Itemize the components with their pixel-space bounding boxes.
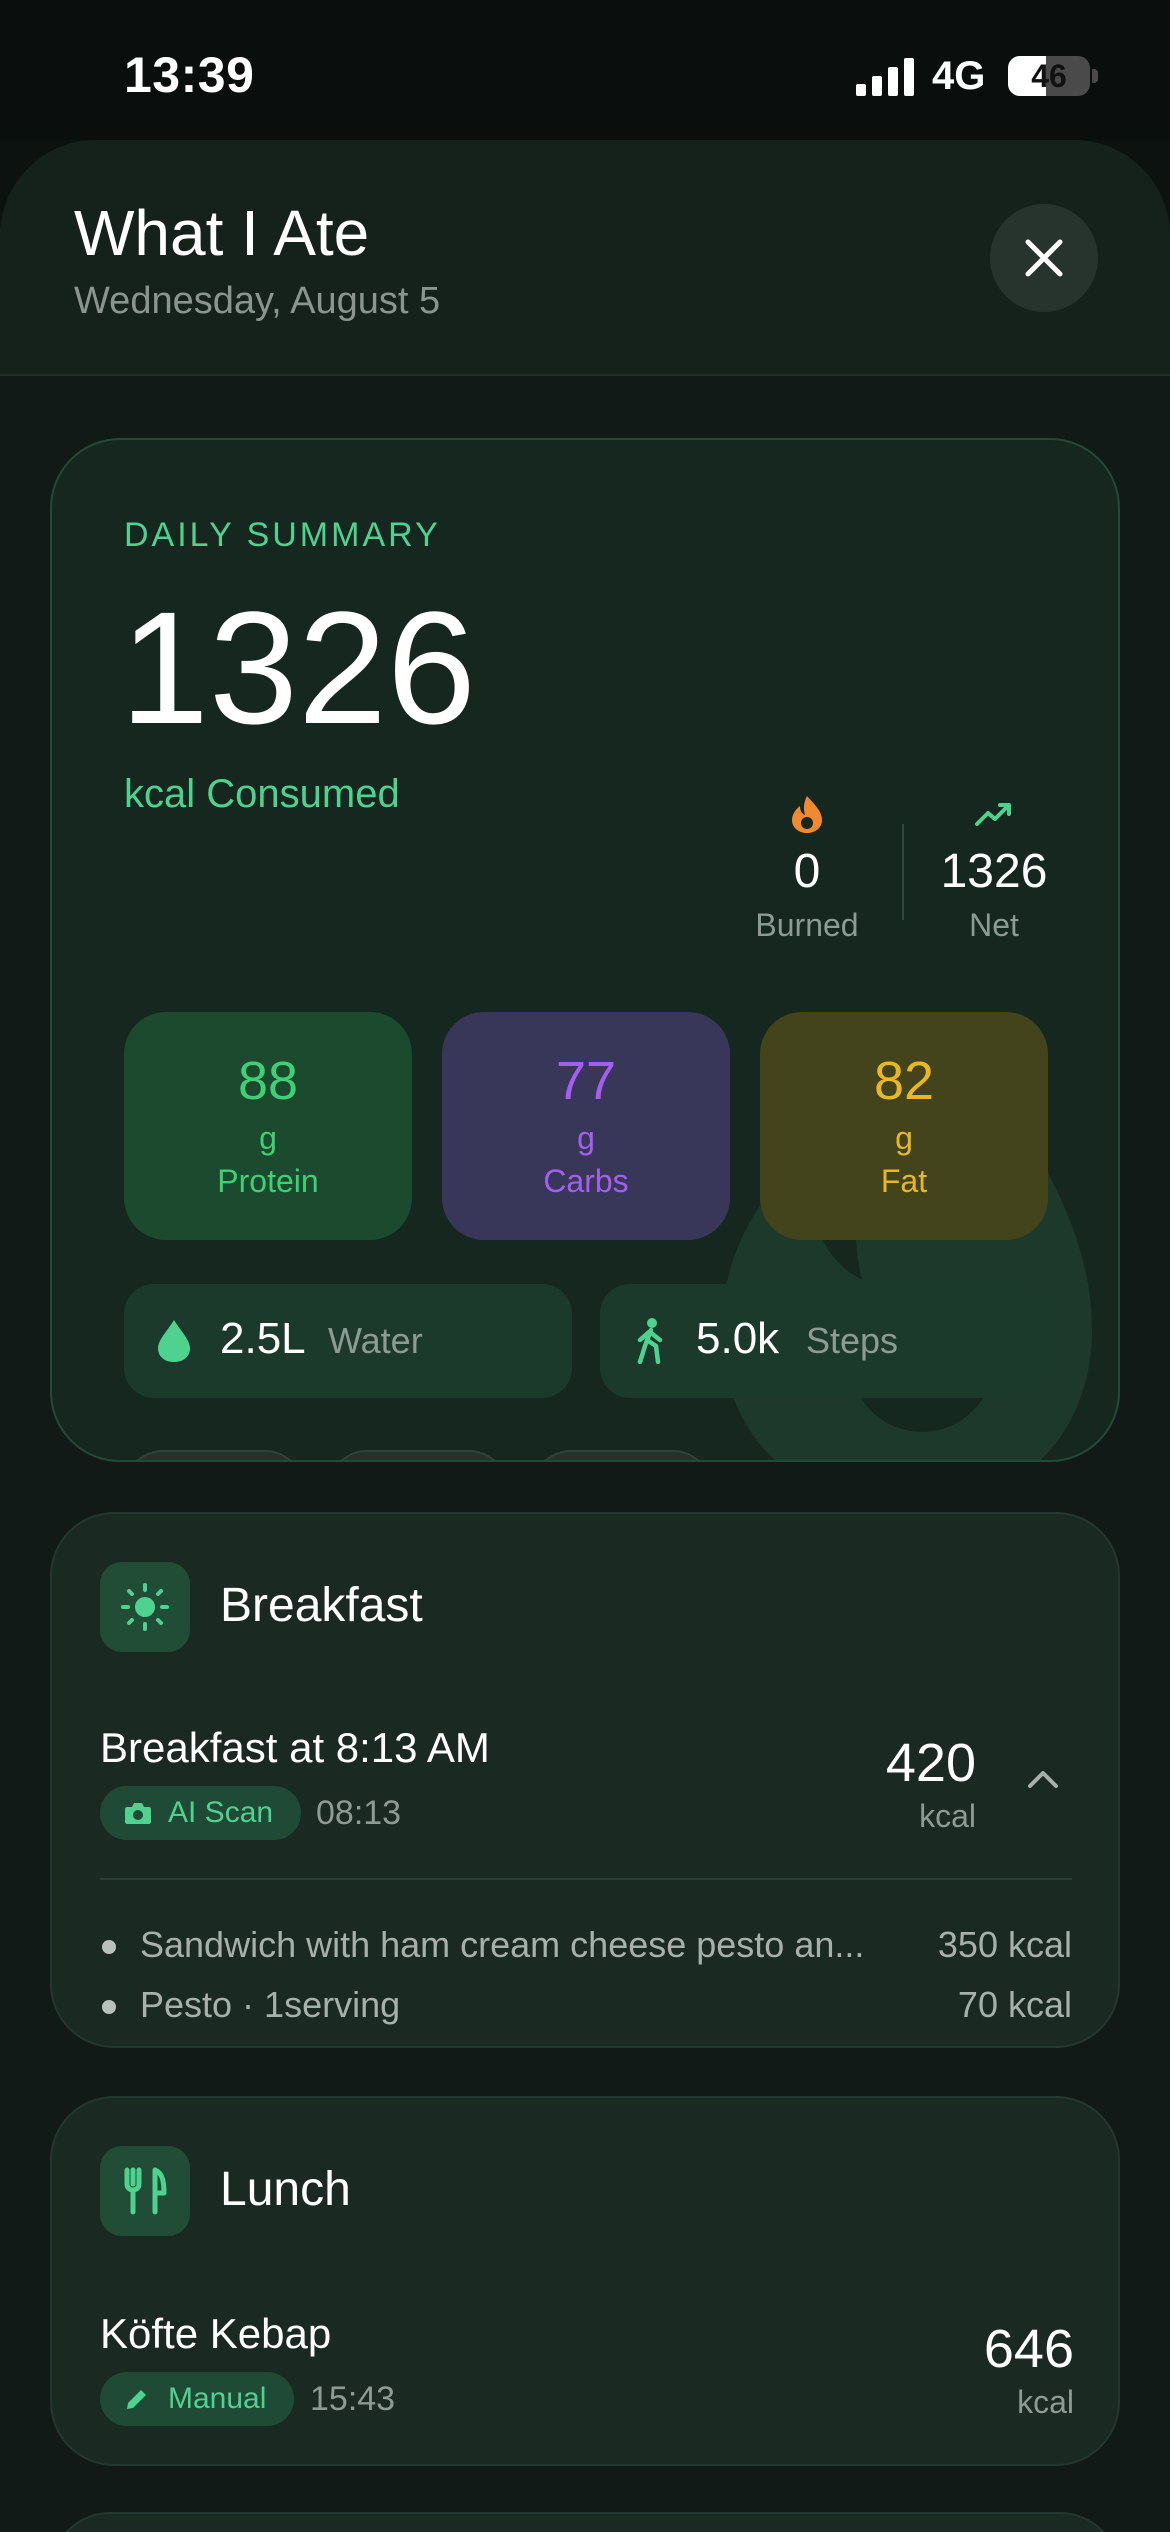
burned-value: 0 — [793, 845, 821, 898]
signal-icon — [856, 58, 914, 96]
status-bar: 13:39 4G 46 — [0, 0, 1170, 140]
meal-title-lunch: Lunch — [220, 2163, 351, 2216]
net-value: 1326 — [940, 845, 1048, 898]
chip-lunch[interactable]: 646 — [328, 1450, 508, 1460]
flame-icon — [792, 796, 822, 833]
macro-unit: g — [259, 1120, 277, 1156]
item-bullet — [102, 1940, 116, 1954]
macro-protein: 88 g Protein — [124, 1012, 412, 1240]
battery-tip — [1092, 69, 1098, 83]
item-name: Pesto · 1serving — [140, 1984, 401, 2025]
entry-kcal-unit: kcal — [1017, 2384, 1074, 2420]
pencil-icon — [127, 2390, 146, 2409]
meal-title-breakfast: Breakfast — [220, 1579, 423, 1632]
close-button[interactable] — [990, 204, 1098, 312]
source-label: AI Scan — [168, 1796, 274, 1829]
entry-kcal-value: 420 — [885, 1733, 976, 1793]
water-drop-icon — [158, 1320, 190, 1362]
kcal-consumed-label: kcal Consumed — [124, 772, 400, 816]
fork-knife-icon — [124, 2167, 167, 2215]
meal-icon-breakfast — [100, 1562, 190, 1652]
sun-icon — [121, 1583, 169, 1631]
summary-label: DAILY SUMMARY — [124, 516, 441, 554]
camera-icon — [125, 1803, 151, 1824]
macro-value: 82 — [873, 1051, 935, 1111]
battery-level: 46 — [1031, 58, 1067, 94]
network-type: 4G — [932, 54, 986, 98]
walking-icon — [637, 1318, 663, 1364]
what-i-ate-sheet: What I Ate Wednesday, August 5 DAILY SUM… — [0, 140, 1170, 2532]
entry-time: 15:43 — [310, 2380, 396, 2418]
item-name: Sandwich with ham cream cheese pesto an.… — [140, 1924, 865, 1965]
sheet-header: What I Ate Wednesday, August 5 — [0, 140, 1170, 376]
entry-kcal-unit: kcal — [919, 1798, 976, 1834]
source-badge-ai-scan: AI Scan — [100, 1786, 302, 1840]
source-badge-manual: Manual — [100, 2372, 295, 2426]
item-kcal: 70 kcal — [957, 1984, 1072, 2025]
source-label: Manual — [168, 2382, 267, 2415]
chip-snacks[interactable]: 260 — [532, 1450, 712, 1460]
daily-summary-card: DAILY SUMMARY 1326 kcal Consumed 0 Burne… — [50, 438, 1120, 1462]
list-item: Sandwich with ham cream cheese pesto an.… — [100, 1924, 1072, 1972]
meal-card-lunch: Lunch Köfte Kebap Manual 15:43 646 kcal — [50, 2096, 1120, 2466]
chevron-up-icon[interactable] — [1026, 1768, 1060, 1790]
steps-value: 5.0k — [696, 1314, 780, 1363]
entry-time: 08:13 — [316, 1794, 402, 1832]
macro-label: Fat — [880, 1163, 928, 1199]
trend-up-icon — [975, 803, 1011, 826]
item-bullet — [102, 2000, 116, 2014]
entry-kcal: 646 kcal — [874, 2318, 1074, 2421]
burned-stat: 0 Burned — [717, 792, 897, 944]
meal-card-next — [50, 2512, 1120, 2532]
entry-kcal: 420 kcal — [776, 1732, 976, 1835]
page-title: What I Ate — [74, 197, 370, 269]
macro-fat: 82 g Fat — [760, 1012, 1048, 1240]
burned-label: Burned — [755, 907, 859, 943]
status-time: 13:39 — [124, 47, 255, 103]
net-stat: 1326 Net — [904, 792, 1084, 944]
meal-card-breakfast: Breakfast Breakfast at 8:13 AM AI Scan 0… — [50, 1512, 1120, 2048]
entry-kcal-value: 646 — [983, 2319, 1074, 2379]
net-label: Net — [969, 907, 1019, 943]
chip-breakfast[interactable]: 420 — [124, 1450, 304, 1460]
steps-label: Steps — [806, 1320, 899, 1361]
entry-divider — [100, 1878, 1072, 1880]
steps-pill[interactable]: 5.0k Steps — [600, 1284, 1048, 1398]
entry-name[interactable]: Breakfast at 8:13 AM — [100, 1724, 490, 1772]
battery-icon: 46 — [1008, 56, 1090, 96]
page-date: Wednesday, August 5 — [74, 280, 441, 322]
water-value: 2.5L — [220, 1314, 306, 1363]
macro-carbs: 77 g Carbs — [442, 1012, 730, 1240]
kcal-consumed-value: 1326 — [120, 578, 476, 757]
meal-icon-lunch — [100, 2146, 190, 2236]
macro-unit: g — [895, 1120, 913, 1156]
list-item: Pesto · 1serving 70 kcal — [100, 1984, 1072, 2032]
macro-value: 88 — [237, 1051, 299, 1111]
macro-unit: g — [577, 1120, 595, 1156]
water-label: Water — [328, 1320, 423, 1361]
macro-label: Protein — [217, 1163, 319, 1199]
close-icon — [1025, 239, 1063, 277]
water-pill[interactable]: 2.5L Water — [124, 1284, 572, 1398]
macro-value: 77 — [555, 1051, 617, 1111]
item-kcal: 350 kcal — [937, 1924, 1072, 1965]
macro-label: Carbs — [543, 1163, 629, 1199]
entry-name[interactable]: Köfte Kebap — [100, 2310, 331, 2358]
